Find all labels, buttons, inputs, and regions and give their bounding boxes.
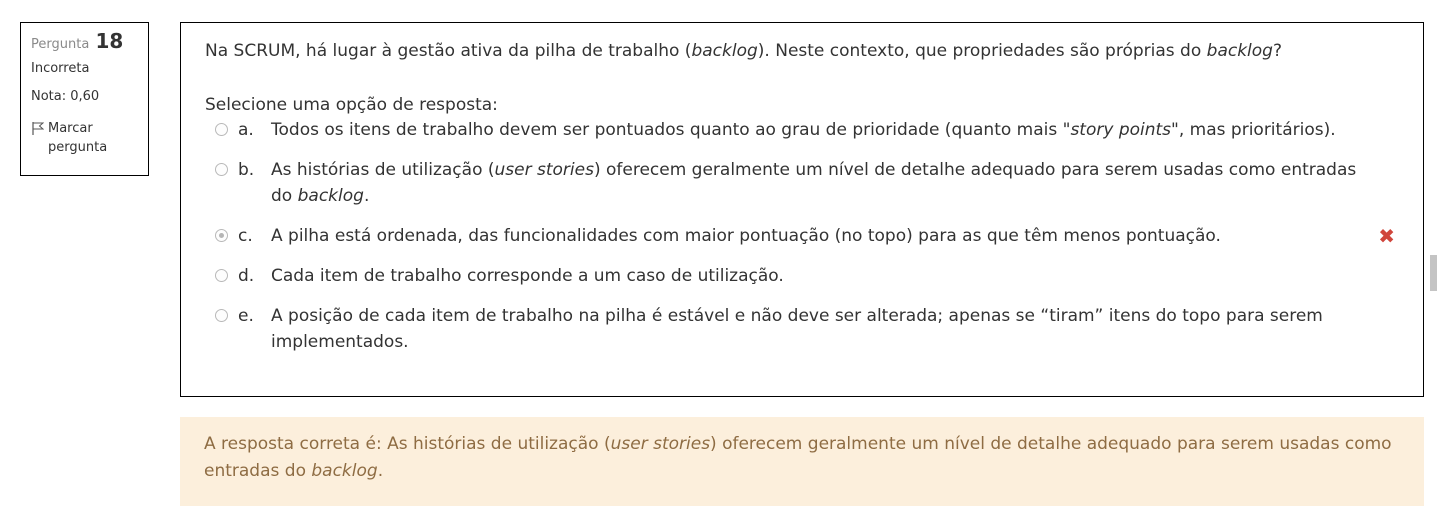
radio-button[interactable] [215, 269, 228, 282]
option-text: A pilha está ordenada, das funcionalidad… [271, 226, 1221, 246]
question-text: Na SCRUM, há lugar à gestão ativa da pil… [205, 41, 1283, 61]
answer-list: a. Todos os itens de trabalho devem ser … [205, 117, 1399, 355]
question-number: 18 [95, 29, 124, 53]
answer-option-a[interactable]: a. Todos os itens de trabalho devem ser … [205, 117, 1399, 143]
answer-option-e[interactable]: e. A posição de cada item de trabalho na… [205, 303, 1399, 355]
flag-question-link[interactable]: Marcar pergunta [31, 119, 142, 157]
answer-option-b[interactable]: b. As histórias de utilização (user stor… [205, 157, 1399, 209]
radio-button[interactable] [215, 123, 228, 136]
option-letter: d. [238, 266, 255, 286]
question-number-row: Pergunta 18 [31, 29, 142, 57]
question-grade: Nota: 0,60 [31, 89, 100, 104]
option-text: A posição de cada item de trabalho na pi… [271, 306, 1323, 352]
answer-option-c[interactable]: c. A pilha está ordenada, das funcionali… [205, 223, 1399, 249]
option-text: Cada item de trabalho corresponde a um c… [271, 266, 784, 286]
option-letter: a. [238, 120, 254, 140]
option-text: As histórias de utilização (user stories… [271, 160, 1357, 206]
answer-prompt: Selecione uma opção de resposta: [205, 95, 498, 115]
radio-button[interactable] [215, 309, 228, 322]
question-content: Na SCRUM, há lugar à gestão ativa da pil… [180, 22, 1424, 397]
question-state: Incorreta [31, 61, 90, 76]
scrollbar-thumb[interactable] [1430, 255, 1437, 291]
question-info-panel: Pergunta 18 Incorreta Nota: 0,60 Marcar … [20, 22, 149, 176]
radio-button-selected[interactable] [215, 229, 228, 242]
option-letter: c. [238, 226, 253, 246]
option-letter: b. [238, 160, 255, 180]
flag-question-label: Marcar pergunta [48, 121, 108, 155]
radio-button[interactable] [215, 163, 228, 176]
correct-answer-feedback: A resposta correta é: As histórias de ut… [180, 417, 1424, 506]
flag-icon [32, 122, 44, 135]
answer-option-d[interactable]: d. Cada item de trabalho corresponde a u… [205, 263, 1399, 289]
option-letter: e. [238, 306, 254, 326]
option-text: Todos os itens de trabalho devem ser pon… [271, 120, 1336, 140]
question-label: Pergunta [31, 37, 90, 52]
incorrect-x-icon: ✖ [1378, 224, 1395, 248]
